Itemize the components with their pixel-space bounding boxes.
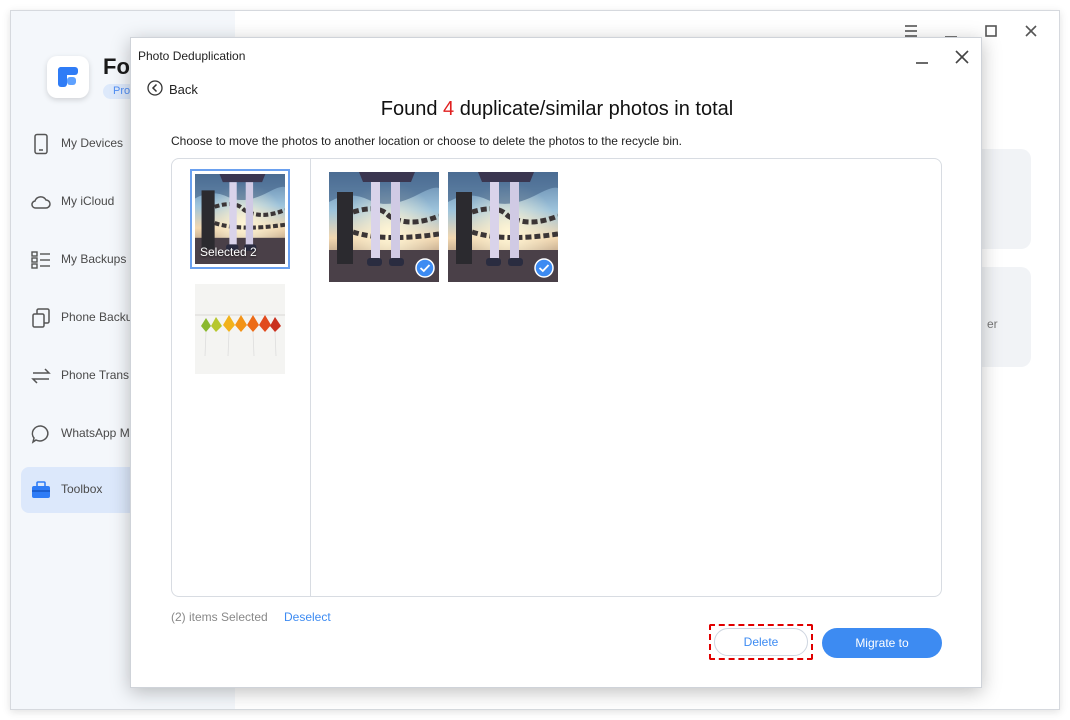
delete-button[interactable]: Delete [714,628,808,656]
sidebar-item-label: Toolbox [61,482,103,496]
sidebar-item-label: Phone Backu [61,310,133,324]
list-icon [31,251,50,269]
duplicates-panel: Selected 2 [171,158,942,597]
close-icon[interactable] [1019,19,1043,43]
copy-icon [32,308,50,328]
instruction-text: Choose to move the photos to another loc… [171,134,682,148]
sidebar-item-label: My Devices [61,136,124,150]
minimize-icon[interactable] [913,50,931,68]
duplicate-count: 4 [443,98,455,120]
close-icon[interactable] [953,48,971,66]
toolbox-icon [32,481,50,498]
back-label: Back [169,82,198,97]
chat-bubble-icon [31,425,49,444]
group-thumbnail[interactable] [195,284,285,374]
migrate-to-button[interactable]: Migrate to [822,628,942,658]
deselect-link[interactable]: Deselect [284,610,331,624]
group-list: Selected 2 [172,159,311,596]
page-title: Found 4 duplicate/similar photos in tota… [131,98,983,121]
phone-icon [34,133,48,155]
back-arrow-icon [147,80,163,96]
group-thumbnail[interactable]: Selected 2 [190,169,290,269]
duplicate-photo[interactable] [448,172,558,282]
app-logo-icon [47,56,89,98]
sidebar-item-label: WhatsApp Ma [61,426,137,440]
headline-suffix: duplicate/similar photos in total [459,98,734,120]
maximize-icon[interactable] [979,19,1003,43]
sidebar-item-label: My iCloud [61,194,115,208]
feature-card-label: er [987,317,998,331]
transfer-arrows-icon [31,368,51,384]
headline-prefix: Found [380,98,438,120]
sidebar-item-label: My Backups [61,252,127,266]
autumn-leaves-photo [195,284,285,374]
photo-deduplication-dialog: Photo Deduplication Back Found 4 duplica… [130,37,982,688]
group-caption: Selected 2 [200,245,257,259]
selected-count-text: (2) items Selected [171,610,268,624]
checked-checkbox-icon[interactable] [534,258,554,278]
sidebar-item-label: Phone Trans [61,368,130,382]
duplicate-photo[interactable] [329,172,439,282]
dialog-title: Photo Deduplication [138,49,246,63]
cloud-icon [31,196,51,209]
app-name: Fo [103,54,130,79]
checked-checkbox-icon[interactable] [415,258,435,278]
